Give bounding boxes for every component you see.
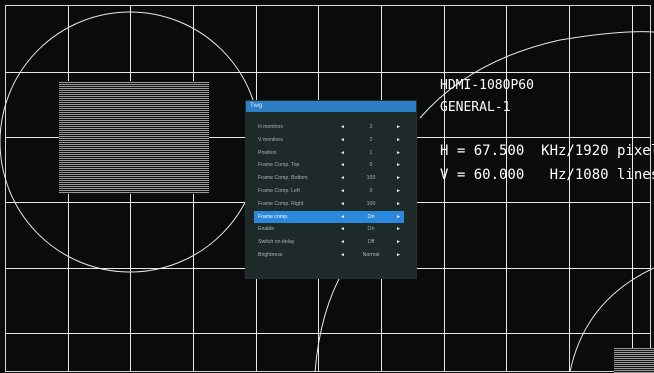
right-arrow-icon[interactable]: ► (396, 172, 401, 184)
menu-row-value: 100 (366, 200, 376, 207)
hatch-box-bottom-right (614, 348, 654, 373)
menu-row[interactable]: V monitors ◄ 2 ► (246, 134, 416, 146)
menu-row-label: H monitors (258, 124, 284, 130)
horizontal-frequency-label: H = 67.500 KHz/1920 pixels (440, 143, 654, 159)
left-arrow-icon[interactable]: ◄ (340, 236, 345, 248)
right-arrow-icon[interactable]: ► (396, 223, 401, 235)
right-arrow-icon[interactable]: ► (396, 121, 401, 133)
right-arrow-icon[interactable]: ► (396, 147, 401, 159)
left-arrow-icon[interactable]: ◄ (340, 159, 345, 171)
menu-row[interactable]: Position ◄ 1 ► (246, 147, 416, 159)
menu-row-value: Off (367, 239, 375, 246)
left-arrow-icon[interactable]: ◄ (340, 223, 345, 235)
menu-row-value: 2 (369, 136, 373, 143)
menu-row[interactable]: Frame Comp. Bottom ◄ 100 ► (246, 172, 416, 184)
menu-row[interactable]: Frame comp. ◄ On ► (254, 210, 404, 223)
menu-row[interactable]: Enable ◄ On ► (246, 223, 416, 235)
large-arc-bottom (314, 267, 346, 373)
left-arrow-icon[interactable]: ◄ (340, 134, 345, 146)
left-arrow-icon[interactable]: ◄ (340, 185, 345, 197)
menu-row-label: Enable (258, 226, 275, 233)
menu-row[interactable]: H monitors ◄ 2 ► (246, 121, 416, 133)
menu-row[interactable]: Switch on delay ◄ Off ► (246, 236, 416, 248)
menu-row-label: Frame Comp. Top (258, 162, 300, 169)
right-arrow-icon[interactable]: ► (396, 185, 401, 197)
left-arrow-icon[interactable]: ◄ (340, 249, 345, 261)
menu-row-value: 0 (369, 187, 373, 194)
menu-row[interactable]: Frame Comp. Right ◄ 100 ► (246, 198, 416, 210)
right-arrow-icon[interactable]: ► (396, 134, 401, 146)
osd-menu-panel: Twig H monitors ◄ 2 ► V monitors ◄ 2 ► Position ◄… (246, 101, 416, 278)
menu-row-value: On (367, 226, 375, 233)
left-arrow-icon[interactable]: ◄ (340, 198, 345, 210)
pattern-name-label: GENERAL-1 (440, 100, 511, 115)
right-arrow-icon[interactable]: ► (396, 198, 401, 210)
menu-row-value: 100 (366, 175, 376, 182)
right-arrow-icon[interactable]: ► (396, 249, 401, 261)
menu-row[interactable]: Brightness ◄ Normal ► (246, 249, 416, 261)
left-arrow-icon[interactable]: ◄ (340, 147, 345, 159)
menu-row-label: Position (258, 149, 277, 156)
menu-row-label: Frame comp. (258, 213, 289, 220)
menu-row-label: V monitors (258, 136, 283, 143)
right-arrow-icon[interactable]: ► (396, 236, 401, 248)
left-arrow-icon[interactable]: ◄ (340, 121, 345, 133)
menu-row-value: 0 (369, 162, 373, 169)
menu-row-label: Frame Comp. Bottom (258, 175, 308, 182)
menu-row-label: Brightness (258, 251, 283, 258)
menu-row-label: Frame Comp. Right (258, 200, 304, 207)
signal-name-label: HDMI-1080P60 (440, 78, 534, 93)
menu-row-label: Frame Comp. Left (258, 187, 300, 194)
menu-title-bar: Twig (246, 101, 416, 112)
hatch-box-left (59, 81, 209, 194)
right-arrow-icon[interactable]: ► (396, 211, 401, 223)
menu-row-label: Switch on delay (258, 239, 295, 246)
vertical-frequency-label: V = 60.000 Hz/1080 lines (440, 167, 654, 183)
menu-row-value: Normal (362, 251, 380, 258)
left-arrow-icon[interactable]: ◄ (340, 211, 345, 223)
menu-row[interactable]: Frame Comp. Left ◄ 0 ► (246, 185, 416, 197)
menu-row[interactable]: Frame Comp. Top ◄ 0 ► (246, 159, 416, 171)
menu-row-value: On (367, 213, 375, 220)
menu-row-value: 1 (369, 149, 373, 156)
left-arrow-icon[interactable]: ◄ (340, 172, 345, 184)
right-arrow-icon[interactable]: ► (396, 159, 401, 171)
menu-row-value: 2 (369, 124, 373, 130)
menu-list: H monitors ◄ 2 ► V monitors ◄ 2 ► Position ◄ 1 ► Fra… (246, 121, 416, 262)
